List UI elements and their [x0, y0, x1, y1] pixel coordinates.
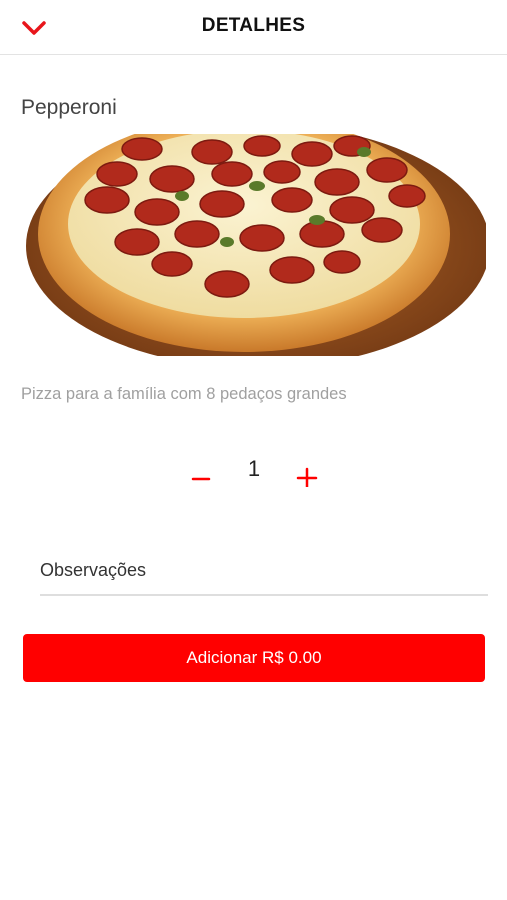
notes-input[interactable]	[40, 546, 488, 596]
quantity-value: 1	[247, 456, 261, 481]
quantity-stepper: 1	[0, 452, 507, 502]
add-button-label: Adicionar R$ 0.00	[186, 648, 322, 667]
product-name: Pepperoni	[21, 96, 117, 119]
add-to-cart-button[interactable]: Adicionar R$ 0.00	[23, 634, 485, 682]
decrease-button[interactable]	[183, 458, 219, 494]
plus-icon	[296, 467, 318, 487]
app-header: DETALHES	[0, 0, 507, 55]
pizza-image	[22, 134, 486, 356]
page-title: DETALHES	[201, 15, 306, 36]
increase-button[interactable]	[289, 458, 325, 494]
minus-icon	[191, 477, 211, 481]
product-description: Pizza para a família com 8 pedaços grand…	[21, 385, 347, 403]
